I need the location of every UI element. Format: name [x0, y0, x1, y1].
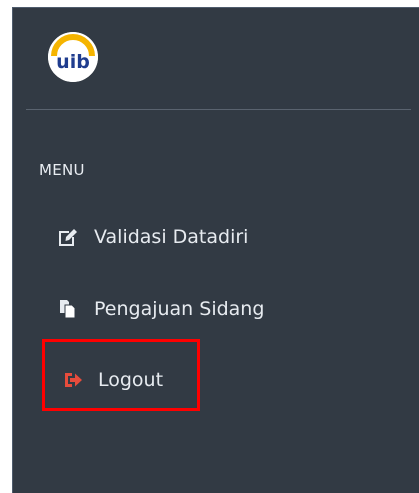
menu-header: MENU — [39, 161, 85, 179]
sidebar-item-validasi-datadiri[interactable]: Validasi Datadiri — [57, 224, 248, 250]
sidebar: uib MENU Validasi Datadiri Pengajuan Sid… — [12, 7, 419, 493]
logout-icon — [63, 369, 85, 391]
sidebar-divider — [26, 109, 411, 110]
svg-text:uib: uib — [56, 51, 90, 73]
files-icon — [57, 298, 79, 320]
edit-icon — [57, 226, 79, 248]
sidebar-item-label: Pengajuan Sidang — [94, 298, 265, 320]
sidebar-item-label: Validasi Datadiri — [94, 226, 249, 248]
sidebar-item-label: Logout — [98, 369, 164, 391]
uib-logo[interactable]: uib — [48, 32, 98, 82]
sidebar-item-pengajuan-sidang[interactable]: Pengajuan Sidang — [57, 296, 264, 322]
uib-logo-icon: uib — [48, 32, 98, 82]
sidebar-item-logout[interactable]: Logout — [63, 367, 163, 393]
